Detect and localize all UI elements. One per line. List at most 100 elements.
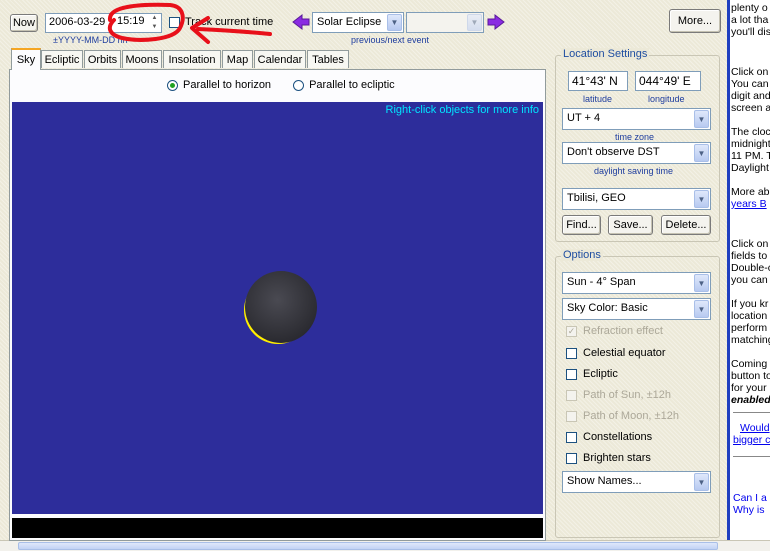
horizontal-scrollbar[interactable] <box>0 540 770 551</box>
annotation-circle-icon <box>107 2 272 44</box>
event-selected-value: Solar Eclipse <box>317 16 382 28</box>
help-text: a lot tha <box>731 14 769 26</box>
chevron-down-icon: ▼ <box>694 473 709 491</box>
celestial-equator-checkbox[interactable] <box>566 347 577 359</box>
timezone-value: UT + 4 <box>567 112 601 124</box>
celestial-equator-label: Celestial equator <box>583 347 666 359</box>
help-text: location <box>731 310 768 322</box>
dst-select[interactable]: Don't observe DST ▼ <box>562 142 711 164</box>
help-text: Coming <box>731 358 768 370</box>
event-nav-hint: previous/next event <box>351 35 430 45</box>
next-event-arrow-icon[interactable] <box>487 13 505 31</box>
path-moon-checkbox <box>566 410 577 422</box>
event-select[interactable]: Solar Eclipse ▼ <box>312 12 404 33</box>
help-link[interactable]: Why is <box>733 504 765 516</box>
orientation-radios: Parallel to horizon Parallel to ecliptic <box>167 79 395 91</box>
tab-sky[interactable]: Sky <box>11 48 41 70</box>
help-text: enabled <box>731 394 770 406</box>
brighten-stars-checkbox[interactable] <box>566 452 577 464</box>
delete-button[interactable]: Delete... <box>661 215 711 235</box>
radio-horizon-label: Parallel to horizon <box>183 79 272 91</box>
help-text: you'll dis <box>731 26 770 38</box>
longitude-label: longitude <box>648 94 685 104</box>
path-moon-label: Path of Moon, ±12h <box>583 410 679 422</box>
brighten-stars-label: Brighten stars <box>583 452 651 464</box>
constellations-checkbox[interactable] <box>566 431 577 443</box>
tab-calendar[interactable]: Calendar <box>254 50 306 68</box>
help-link[interactable]: years B <box>731 198 767 210</box>
sky-hint: Right-click objects for more info <box>385 104 539 116</box>
chevron-down-icon: ▼ <box>467 14 482 31</box>
constellations-option[interactable]: Constellations <box>566 431 652 443</box>
refraction-checkbox: ✓ <box>566 325 577 337</box>
sky-panel: Parallel to horizon Parallel to ecliptic… <box>9 69 546 541</box>
latitude-value: 41°43' N <box>572 74 618 88</box>
city-select[interactable]: Tbilisi, GEO ▼ <box>562 188 711 210</box>
scrollbar-thumb[interactable] <box>18 542 718 550</box>
span-select[interactable]: Sun - 4° Span ▼ <box>562 272 711 294</box>
help-text: midnight <box>731 138 770 150</box>
help-divider <box>733 412 770 413</box>
help-text: Daylight <box>731 162 769 174</box>
dst-label: daylight saving time <box>594 166 674 176</box>
help-text: More abo <box>731 186 770 198</box>
names-value: Show Names... <box>567 475 642 487</box>
brighten-stars-option[interactable]: Brighten stars <box>566 452 651 464</box>
ecliptic-option[interactable]: Ecliptic <box>566 368 618 380</box>
dst-value: Don't observe DST <box>567 146 660 158</box>
chevron-down-icon: ▼ <box>694 274 709 292</box>
date-value: 2006-03-29 <box>49 16 106 28</box>
tab-map[interactable]: Map <box>222 50 253 68</box>
help-link[interactable]: Can I a <box>733 492 767 504</box>
help-text: screen a <box>731 102 770 114</box>
help-text: plenty o <box>731 2 768 14</box>
path-moon-option: Path of Moon, ±12h <box>566 410 679 422</box>
help-text: button to <box>731 370 770 382</box>
help-text: for your <box>731 382 767 394</box>
celestial-equator-option[interactable]: Celestial equator <box>566 347 666 359</box>
tab-moons[interactable]: Moons <box>122 50 162 68</box>
chevron-down-icon: ▼ <box>694 190 709 208</box>
save-button[interactable]: Save... <box>608 215 653 235</box>
tab-insolation[interactable]: Insolation <box>163 50 221 68</box>
more-button[interactable]: More... <box>669 9 721 33</box>
skycolor-value: Sky Color: Basic <box>567 302 648 314</box>
find-button[interactable]: Find... <box>562 215 601 235</box>
prev-event-arrow-icon[interactable] <box>292 13 310 31</box>
eclipse-sun-moon[interactable] <box>238 266 322 350</box>
sky-canvas[interactable]: Right-click objects for more info <box>12 102 543 514</box>
help-text: digit and <box>731 90 770 102</box>
location-title: Location Settings <box>561 48 650 60</box>
radio-ecliptic[interactable] <box>293 79 305 91</box>
status-strip <box>12 518 543 538</box>
tab-tables[interactable]: Tables <box>307 50 349 68</box>
longitude-input[interactable]: 044°49' E <box>635 71 701 91</box>
options-title: Options <box>561 249 603 261</box>
help-text: You can <box>731 78 769 90</box>
tab-orbits[interactable]: Orbits <box>84 50 121 68</box>
help-text: matching <box>731 334 770 346</box>
refraction-label: Refraction effect <box>583 325 663 337</box>
help-text: fields to <box>731 250 768 262</box>
event-detail-select: ▼ <box>406 12 484 33</box>
tab-ecliptic[interactable]: Ecliptic <box>41 50 83 68</box>
help-text: 11 PM. T <box>731 150 770 162</box>
longitude-value: 044°49' E <box>639 74 691 88</box>
radio-horizon[interactable] <box>167 79 178 91</box>
help-text: Click on <box>731 238 769 250</box>
chevron-down-icon: ▼ <box>694 144 709 162</box>
ecliptic-checkbox[interactable] <box>566 368 577 380</box>
help-link[interactable]: Would <box>740 422 770 434</box>
span-value: Sun - 4° Span <box>567 276 636 288</box>
path-sun-option: Path of Sun, ±12h <box>566 389 671 401</box>
help-divider <box>733 456 770 457</box>
latitude-input[interactable]: 41°43' N <box>568 71 628 91</box>
help-text: The cloc <box>731 126 770 138</box>
ecliptic-label: Ecliptic <box>583 368 618 380</box>
chevron-down-icon: ▼ <box>694 110 709 128</box>
timezone-select[interactable]: UT + 4 ▼ <box>562 108 711 130</box>
skycolor-select[interactable]: Sky Color: Basic ▼ <box>562 298 711 320</box>
help-link[interactable]: bigger c <box>733 434 770 446</box>
now-button[interactable]: Now <box>10 14 38 32</box>
names-select[interactable]: Show Names... ▼ <box>562 471 711 493</box>
